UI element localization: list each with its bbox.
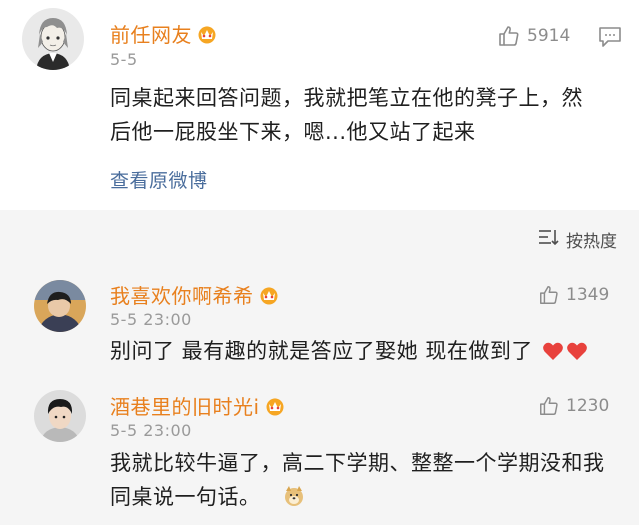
reply-content-line: 我就比较牛逼了，高二下学期、整整一个学期没和我 [110,451,605,475]
reply-time: 5-5 23:00 [110,421,192,440]
thumbs-up-icon [538,395,560,417]
reply-like-button[interactable]: 1349 [538,284,609,306]
avatar[interactable] [34,390,86,442]
vip-crown-icon [196,24,218,49]
doge-emoji-icon [283,483,305,517]
reply-username-label: 酒巷里的旧时光i [110,395,260,419]
reply-content-text: 别问了 最有趣的就是答应了娶她 现在做到了 [110,339,533,363]
sort-by-hot-button[interactable]: 按热度 [538,227,617,252]
vip-crown-icon [264,396,286,421]
reply-username-label: 我喜欢你啊希希 [110,284,254,308]
weibo-comment-page: 前任网友 5-5 5914 同桌起来回答问题，我就把笔立在他的凳子上，然 后他一… [0,0,639,525]
post-like-count: 5914 [527,26,571,46]
reply-content: 别问了 最有趣的就是答应了娶她 现在做到了 [110,334,630,371]
avatar[interactable] [34,280,86,332]
reply-username[interactable]: 酒巷里的旧时光i [110,391,286,421]
reply-time: 5-5 23:00 [110,310,192,329]
reply-content: 我就比较牛逼了，高二下学期、整整一个学期没和我 同桌说一句话。 [110,446,630,517]
thumbs-up-icon [497,24,521,48]
post-content-line: 后他一屁股坐下来，嗯...他又站了起来 [110,120,476,144]
post-content: 同桌起来回答问题，我就把笔立在他的凳子上，然 后他一屁股坐下来，嗯...他又站了… [110,81,630,149]
view-original-link[interactable]: 查看原微博 [110,166,208,193]
reply-content-text: 同桌说一句话。 [110,485,261,509]
reply-like-count: 1349 [566,285,610,305]
reply-username[interactable]: 我喜欢你啊希希 [110,280,280,310]
replies-section: 按热度 我喜欢你啊希希 5-5 23:00 1349 别问了 最有趣的就是答应了… [0,210,639,525]
sort-lines-icon [538,227,560,252]
vip-crown-icon [258,285,280,310]
heart-emoji-icon [566,337,588,371]
reply-item: 酒巷里的旧时光i 5-5 23:00 1230 我就比较牛逼了，高二下学期、整整… [0,388,639,525]
thumbs-up-icon [538,284,560,306]
reply-like-count: 1230 [566,396,610,416]
comment-icon[interactable] [598,26,622,52]
avatar[interactable] [22,8,84,70]
post-username-label: 前任网友 [110,23,192,47]
post-time: 5-5 [110,50,138,69]
post-username[interactable]: 前任网友 [110,19,218,49]
post-like-button[interactable]: 5914 [497,24,570,48]
sort-label: 按热度 [566,232,617,252]
post-content-line: 同桌起来回答问题，我就把笔立在他的凳子上，然 [110,86,583,110]
heart-emoji-icon [542,337,564,371]
reply-content-line: 同桌说一句话。 [110,480,630,517]
reply-item: 我喜欢你啊希希 5-5 23:00 1349 别问了 最有趣的就是答应了娶她 现… [0,276,639,386]
original-post: 前任网友 5-5 5914 同桌起来回答问题，我就把笔立在他的凳子上，然 后他一… [0,0,639,210]
reply-like-button[interactable]: 1230 [538,395,609,417]
